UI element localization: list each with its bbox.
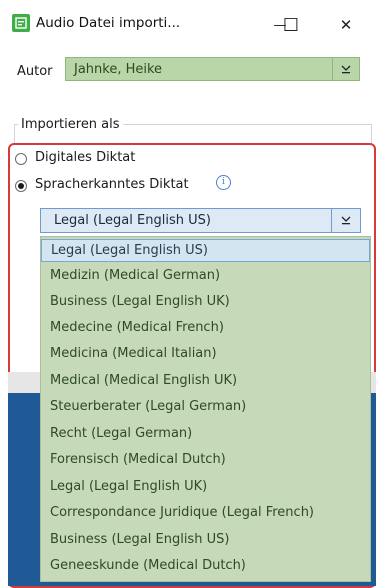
autor-select[interactable]: Jahnke, Heike (65, 57, 360, 81)
list-item[interactable]: Business (Legal English US) (41, 529, 370, 552)
radio-speech[interactable] (15, 180, 27, 192)
maximize-icon: ☐ (282, 14, 300, 36)
list-item[interactable]: Geneeskunde (Medical Dutch) (41, 555, 370, 578)
list-item[interactable]: Forensisch (Medical Dutch) (41, 449, 370, 472)
list-item[interactable]: Medizin (Medical German) (41, 265, 370, 288)
group-label: Importieren als (18, 117, 123, 132)
close-button[interactable]: ✕ (324, 10, 368, 40)
app-icon (12, 14, 30, 32)
chevron-down-icon[interactable] (332, 58, 359, 80)
recognition-profile-select[interactable]: Legal (Legal English US) (40, 208, 361, 233)
list-item[interactable]: Medicina (Medical Italian) (41, 343, 370, 366)
radio-digital[interactable] (15, 153, 27, 165)
list-item[interactable]: Medecine (Medical French) (41, 317, 370, 340)
maximize-button[interactable]: ☐ (268, 10, 314, 40)
radio-digital-label[interactable]: Digitales Diktat (35, 150, 135, 165)
selected-profile: Legal (Legal English US) (54, 213, 211, 228)
list-item[interactable]: Correspondance Juridique (Legal French) (41, 502, 370, 525)
list-item[interactable]: Steuerberater (Legal German) (41, 396, 370, 419)
list-item[interactable]: Legal (Legal English US) (41, 239, 370, 262)
list-item[interactable]: Recht (Legal German) (41, 423, 370, 446)
chevron-down-icon[interactable] (331, 209, 360, 232)
radio-speech-label[interactable]: Spracherkanntes Diktat (35, 177, 189, 192)
list-item[interactable]: Medical (Medical English UK) (41, 370, 370, 393)
info-icon[interactable]: i (216, 175, 231, 190)
close-icon: ✕ (339, 16, 353, 34)
window-title: Audio Datei importi... (36, 15, 181, 31)
autor-value: Jahnke, Heike (74, 62, 163, 77)
list-item[interactable]: Legal (Legal English UK) (41, 476, 370, 499)
list-item[interactable]: Business (Legal English UK) (41, 291, 370, 314)
autor-label: Autor (17, 64, 53, 79)
profile-dropdown-list: Legal (Legal English US) Medizin (Medica… (40, 236, 371, 582)
